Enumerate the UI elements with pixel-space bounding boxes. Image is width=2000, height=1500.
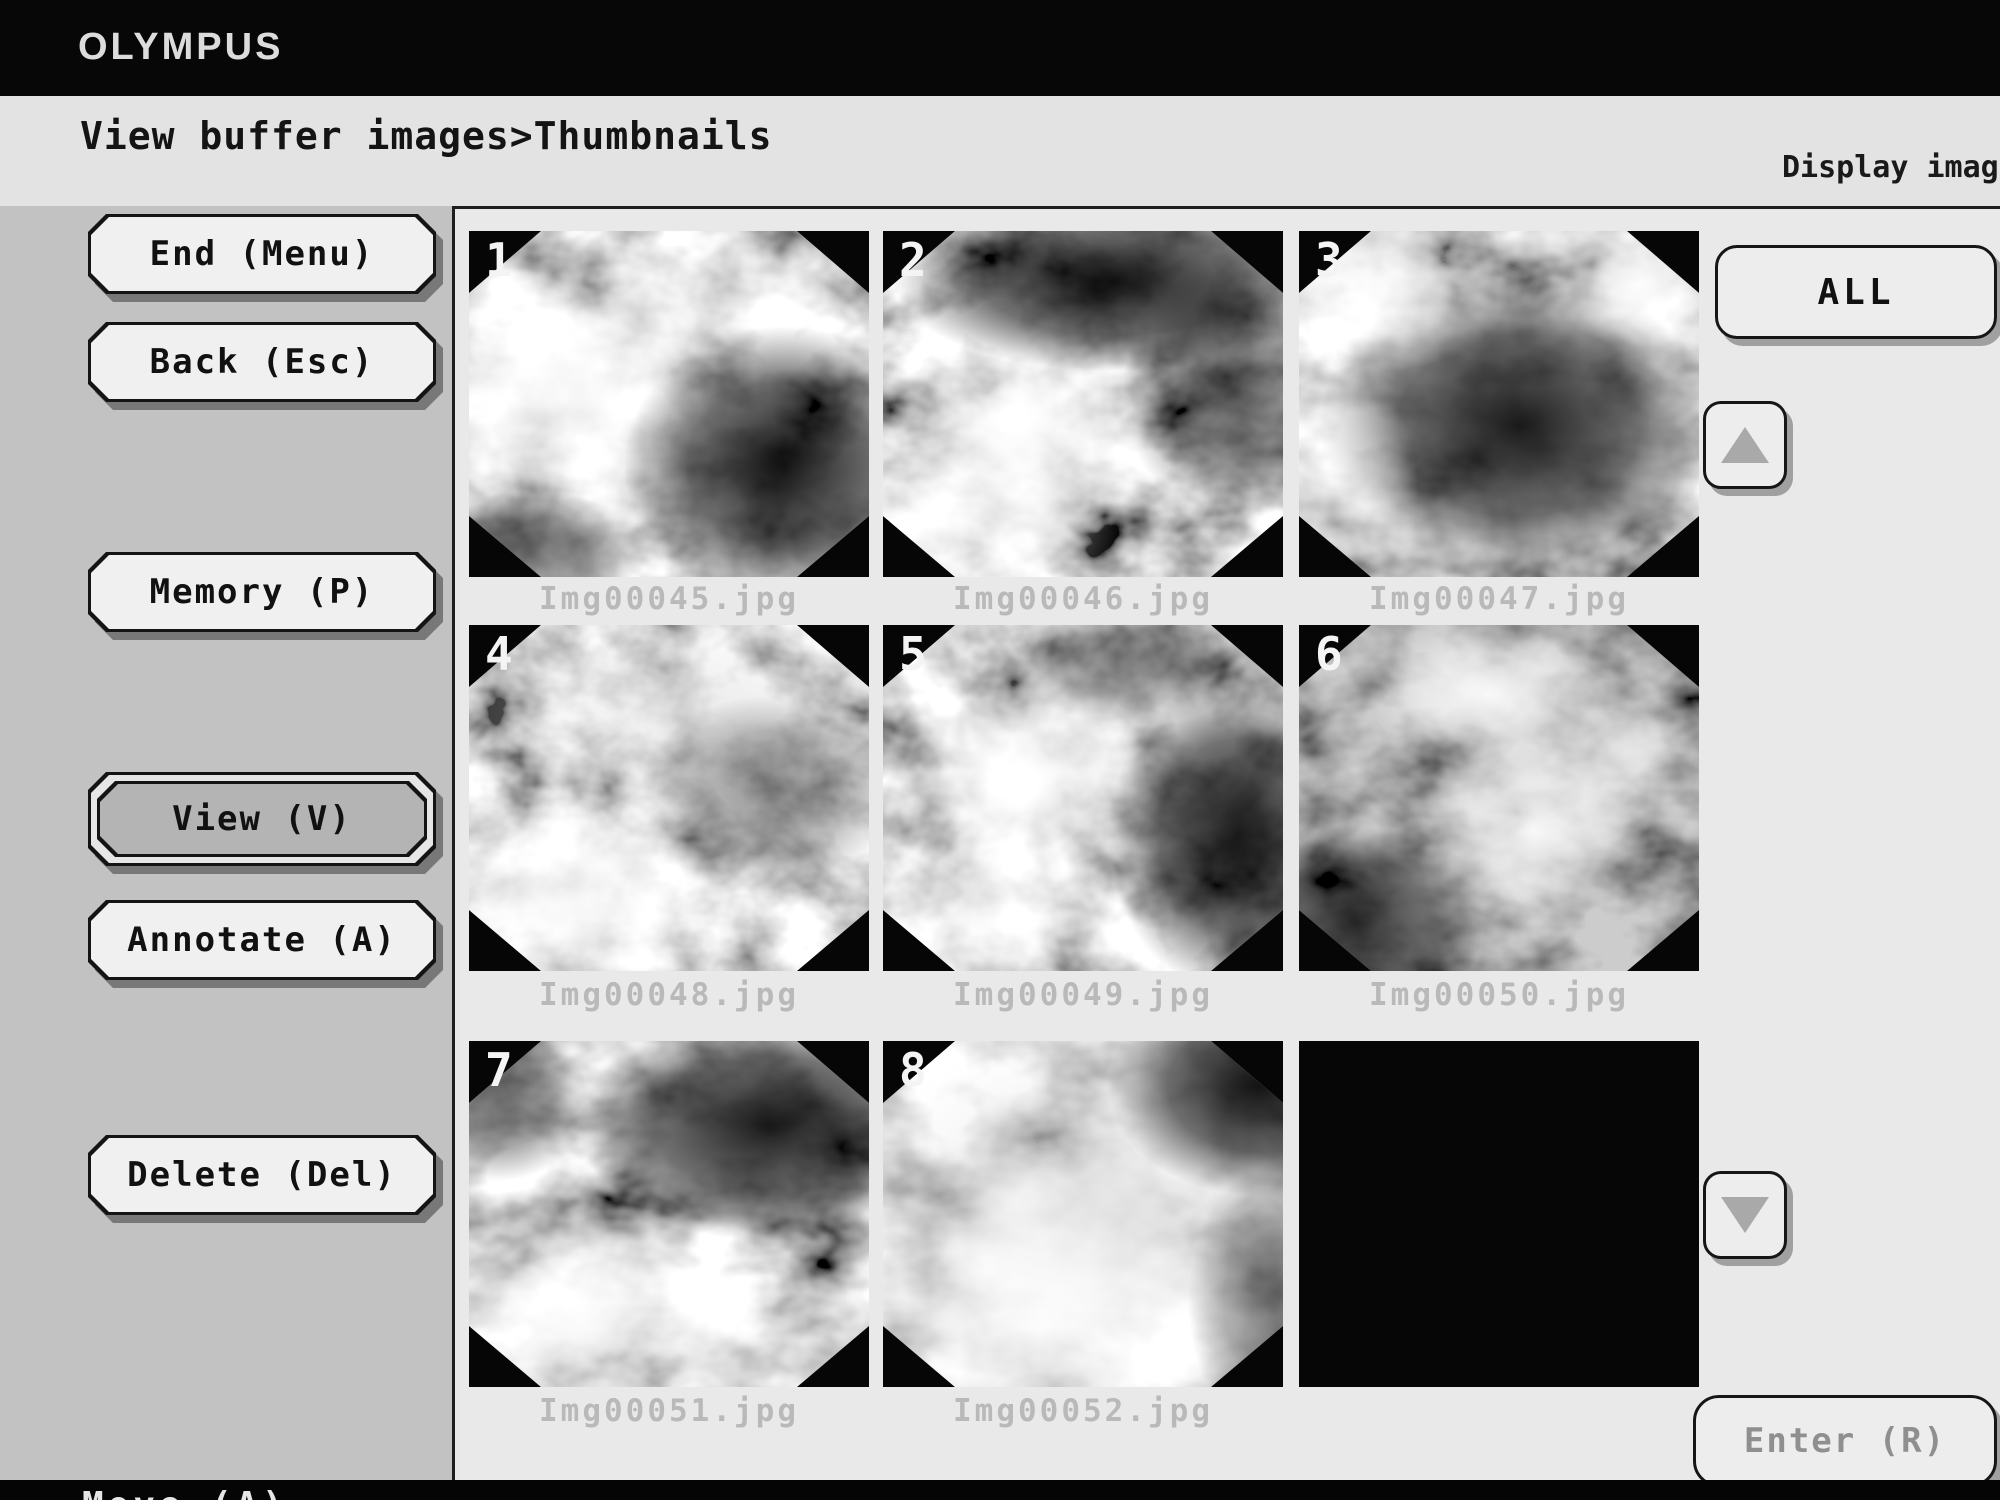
delete-button[interactable]: Delete (Del) (88, 1135, 436, 1215)
thumbnail-filename: Img00051.jpg (469, 1393, 869, 1429)
view-label: View (V) (100, 784, 424, 854)
endoscopy-image-6 (1299, 625, 1699, 971)
memory-button[interactable]: Memory (P) (88, 552, 436, 632)
thumbnail-filename: Img00049.jpg (883, 977, 1283, 1013)
endoscopy-image-4 (469, 625, 869, 971)
endoscopy-image-8 (883, 1041, 1283, 1387)
thumbnail-tile-2[interactable]: 2 (883, 231, 1283, 577)
breadcrumb: View buffer images>Thumbnails (80, 114, 772, 158)
endoscopy-image-3 (1299, 231, 1699, 577)
endoscopy-image-7 (469, 1041, 869, 1387)
back-esc-button[interactable]: Back (Esc) (88, 322, 436, 402)
thumbnail-tile-3[interactable]: 3 (1299, 231, 1699, 577)
thumbnail-tile-4[interactable]: 4 (469, 625, 869, 971)
thumbnail-tile-8[interactable]: 8 (883, 1041, 1283, 1387)
thumbnail-filename: Img00052.jpg (883, 1393, 1283, 1429)
thumbnail-number: 7 (485, 1045, 513, 1096)
thumbnail-filename: Img00048.jpg (469, 977, 869, 1013)
end-menu-label: End (Menu) (91, 217, 433, 291)
thumbnail-filename: Img00045.jpg (469, 581, 869, 617)
olympus-logo: OLYMPUS (78, 26, 283, 69)
up-arrow-icon (1721, 427, 1769, 463)
thumbnail-filename: Img00050.jpg (1299, 977, 1699, 1013)
thumbnail-tile-6[interactable]: 6 (1299, 625, 1699, 971)
bottom-bar: Move (A) (0, 1480, 2000, 1500)
thumbnail-number: 1 (485, 235, 513, 286)
thumbnail-tile-1[interactable]: 1 (469, 231, 869, 577)
annotate-button[interactable]: Annotate (A) (88, 900, 436, 980)
scroll-down-button[interactable] (1703, 1171, 1787, 1259)
endoscopy-image-5 (883, 625, 1283, 971)
empty-thumbnail-slot (1299, 1041, 1699, 1387)
endoscopy-image-2 (883, 231, 1283, 577)
scroll-up-button[interactable] (1703, 401, 1787, 489)
thumbnails-panel: 1 Img00045.jpg 2 (452, 206, 2000, 1483)
sidebar: End (Menu) Back (Esc) Memory (P) View (V… (0, 206, 452, 1480)
memory-label: Memory (P) (91, 555, 433, 629)
display-image-label: Display image (1782, 150, 2000, 185)
thumbnail-number: 5 (899, 629, 927, 680)
down-arrow-icon (1721, 1197, 1769, 1233)
thumbnail-number: 2 (899, 235, 927, 286)
bottom-bar-partial-text: Move (A) (82, 1485, 287, 1500)
olympus-endoscopy-screen: OLYMPUS View buffer images>Thumbnails Di… (0, 0, 2000, 1500)
endoscopy-image-1 (469, 231, 869, 577)
end-menu-button[interactable]: End (Menu) (88, 214, 436, 294)
back-esc-label: Back (Esc) (91, 325, 433, 399)
thumbnail-number: 4 (485, 629, 513, 680)
thumbnail-number: 8 (899, 1045, 927, 1096)
all-button[interactable]: ALL (1715, 245, 1997, 339)
top-bar: OLYMPUS (0, 0, 2000, 96)
thumbnail-number: 3 (1315, 235, 1343, 286)
view-button-selected[interactable]: View (V) (88, 772, 436, 866)
delete-label: Delete (Del) (91, 1138, 433, 1212)
thumbnail-filename: Img00046.jpg (883, 581, 1283, 617)
thumbnail-tile-5[interactable]: 5 (883, 625, 1283, 971)
enter-button[interactable]: Enter (R) (1693, 1395, 1997, 1487)
breadcrumb-band: View buffer images>Thumbnails Display im… (0, 96, 2000, 207)
thumbnail-number: 6 (1315, 629, 1343, 680)
annotate-label: Annotate (A) (91, 903, 433, 977)
thumbnail-tile-7[interactable]: 7 (469, 1041, 869, 1387)
thumbnail-filename: Img00047.jpg (1299, 581, 1699, 617)
